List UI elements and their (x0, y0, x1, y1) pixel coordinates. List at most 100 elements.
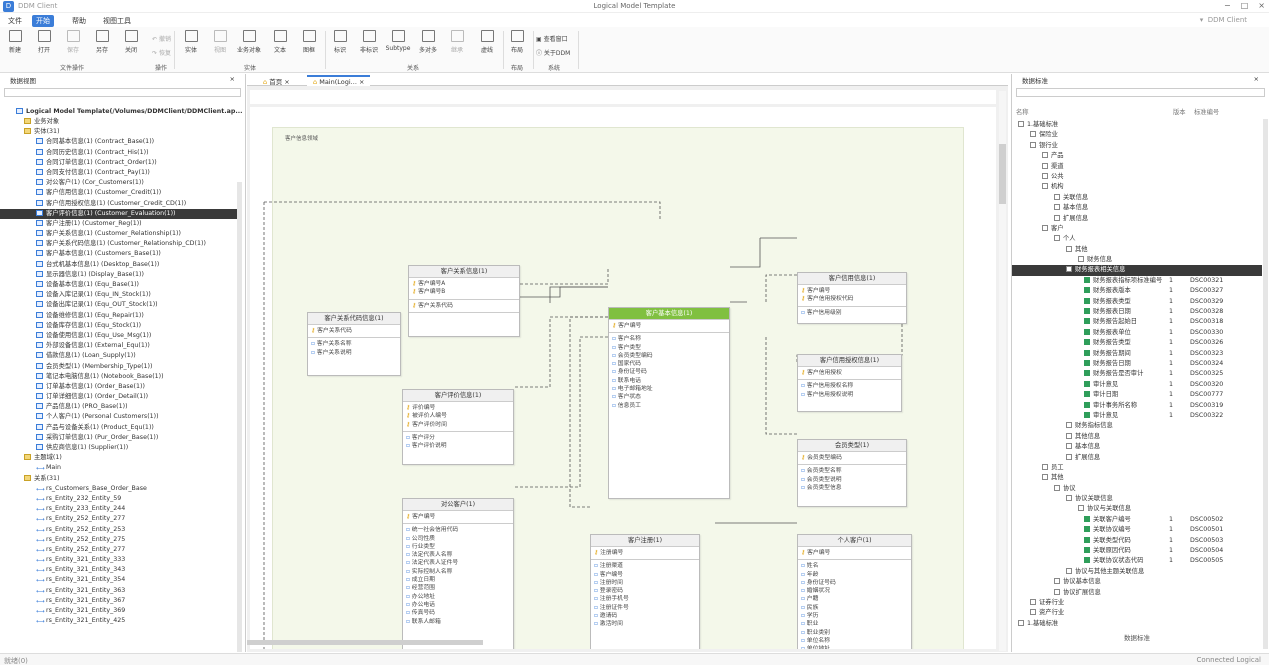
tree-item[interactable]: 产品与设备关系(1) (Product_Equ(1)) (0, 423, 240, 433)
frame-button[interactable]: 图框 (294, 30, 324, 54)
tree-item[interactable]: 显示器信息(1) (Display_Base(1)) (0, 270, 240, 280)
tree-item[interactable]: 设备维修信息(1) (Equ_Repair(1)) (0, 311, 240, 321)
standard-tree-item[interactable]: 其他信息 (1012, 432, 1262, 442)
view-window-button[interactable]: ▣ 查看窗口 (536, 34, 568, 43)
entity-box[interactable]: 客户信用授权信息(1) ⚷ 客户信用授权 ▫ 客户信用授权名称 ▫ 客户信用授权说明 (797, 354, 902, 412)
standard-tree-item[interactable]: 1.基础标准 (1012, 619, 1262, 629)
standard-tree-item[interactable]: 协议与其他主题关联信息 (1012, 567, 1262, 577)
save-as-button[interactable]: 另存 (87, 30, 117, 54)
tree-item[interactable]: 客户注册(1) (Customer_Reg(1)) (0, 219, 240, 229)
standard-tree-item[interactable]: 财务指标信息 (1012, 421, 1262, 431)
tree-item[interactable]: 合同订单信息(1) (Contract_Order(1)) (0, 158, 240, 168)
standard-tree-item[interactable]: 扩展信息 (1012, 453, 1262, 463)
standard-tree-item[interactable]: 证券行业 (1012, 598, 1262, 608)
menu-help[interactable]: 帮助 (68, 15, 90, 27)
tree-item[interactable]: 业务对象 (0, 117, 240, 127)
tab-home[interactable]: ⌂ 首页 × (257, 75, 296, 86)
standard-tree-item[interactable]: 审计日期 1 DSC00777 (1012, 390, 1262, 400)
standard-tree-item[interactable]: 其他 (1012, 473, 1262, 483)
non-identifying-button[interactable]: 非标识 (354, 30, 384, 54)
entity-box[interactable]: 客户关系信息(1) ⚷ 客户编号A ⚷ 客户编号B ⚷ 客户关系代码 (408, 265, 520, 337)
tree-item[interactable]: 客户关系信息(1) (Customer_Relationship(1)) (0, 229, 240, 239)
standard-tree-item[interactable]: 财务报表相关信息 (1012, 265, 1262, 276)
tree-item[interactable]: ⟷rs_Entity_321_Entity_354 (0, 575, 240, 585)
standard-tree-item[interactable]: 财务报表单位 1 DSC00330 (1012, 328, 1262, 338)
standard-tree-item[interactable]: 其他 (1012, 245, 1262, 255)
tree-item[interactable]: ⟷rs_Entity_252_Entity_253 (0, 525, 240, 535)
standard-tree-item[interactable]: 关联客户编号 1 DSC00502 (1012, 515, 1262, 525)
diagram-canvas[interactable]: 客户信息领域 客户关系信息(1) ⚷ 客户编号A ⚷ 客户编号B ⚷ 客户关系代… (250, 107, 996, 649)
standard-tree-item[interactable]: 个人 (1012, 234, 1262, 244)
tree-item[interactable]: 供应商信息(1) (Supplier(1)) (0, 443, 240, 453)
subtype-button[interactable]: Subtype (383, 30, 413, 52)
business-object-button[interactable]: 业务对象 (234, 30, 264, 54)
tree-item[interactable]: ⟷rs_Entity_321_Entity_333 (0, 555, 240, 565)
undo-button[interactable]: ↶ 撤销 (152, 34, 171, 43)
standard-tree-item[interactable]: 财务报告类型 1 DSC00326 (1012, 338, 1262, 348)
tree-item[interactable]: 设备出库记录(1) (Equ_OUT_Stock(1)) (0, 300, 240, 310)
tree-item[interactable]: ⟷rs_Entity_233_Entity_244 (0, 504, 240, 514)
standard-tree-item[interactable]: 财务报告起始日 1 DSC00318 (1012, 317, 1262, 327)
minimize-icon[interactable]: − (1224, 1, 1231, 10)
close-file-button[interactable]: 关闭 (116, 30, 146, 54)
standard-tree-item[interactable]: 关联信息 (1012, 193, 1262, 203)
close-icon[interactable]: × (1258, 1, 1265, 10)
left-scrollbar[interactable] (237, 182, 242, 652)
tab-main[interactable]: ⌂ Main(Logi... × (307, 75, 371, 86)
standard-tree-item[interactable]: 关联原因代码 1 DSC00504 (1012, 546, 1262, 556)
tree-item[interactable]: ⟷rs_Entity_321_Entity_343 (0, 565, 240, 575)
tree-item[interactable]: ⟷rs_Entity_232_Entity_59 (0, 494, 240, 504)
standard-tree-item[interactable]: 客户 (1012, 224, 1262, 234)
tree-item[interactable]: ⟷rs_Entity_321_Entity_367 (0, 596, 240, 606)
tree-item[interactable]: 订单基本信息(1) (Order_Base(1)) (0, 382, 240, 392)
standard-tree-item[interactable]: 关联协议状态代码 1 DSC00505 (1012, 556, 1262, 566)
menu-view-tools[interactable]: 视图工具 (99, 15, 135, 27)
tree-item[interactable]: 合同支付信息(1) (Contract_Pay(1)) (0, 168, 240, 178)
tree-item[interactable]: ⟷rs_Entity_321_Entity_363 (0, 586, 240, 596)
tree-item[interactable]: 采购订单信息(1) (Pur_Order_Base(1)) (0, 433, 240, 443)
close-panel-icon[interactable]: × (230, 75, 235, 83)
tree-item[interactable]: ⟷rs_Entity_321_Entity_425 (0, 616, 240, 626)
standard-tree-item[interactable]: 财务报告是否审计 1 DSC00325 (1012, 369, 1262, 379)
menu-file[interactable]: 文件 (4, 15, 26, 27)
tree-item[interactable]: ⟷rs_Entity_252_Entity_277 (0, 545, 240, 555)
tree-item[interactable]: 订单详细信息(1) (Order_Detail(1)) (0, 392, 240, 402)
standard-tree-item[interactable]: 1.基础标准 (1012, 120, 1262, 130)
standard-tree-item[interactable]: 协议扩展信息 (1012, 588, 1262, 598)
canvas-vertical-thumb[interactable] (999, 144, 1006, 204)
tree-item[interactable]: 客户信用授权信息(1) (Customer_Credit_CD(1)) (0, 199, 240, 209)
tree-item[interactable]: 合同基本信息(1) (Contract_Base(1)) (0, 137, 240, 147)
standard-tree-item[interactable]: 关联类型代码 1 DSC00503 (1012, 536, 1262, 546)
tree-item[interactable]: 会员类型(1) (Membership_Type(1)) (0, 362, 240, 372)
standard-tree-item[interactable]: 财务报表日期 1 DSC00328 (1012, 307, 1262, 317)
entity-box[interactable]: 客户注册(1) ⚷ 注册编号 ▫ 注册渠道 ▫ 客户编号 ▫ 注册时间 ▫ 登录密码 ▫ 注… (590, 534, 700, 649)
tree-item[interactable]: 设备使用信息(1) (Equ_Use_Msg(1)) (0, 331, 240, 341)
maximize-icon[interactable]: □ (1241, 1, 1249, 10)
new-button[interactable]: 新建 (0, 30, 30, 54)
tree-item[interactable]: 对公客户(1) (Cor_Customers(1)) (0, 178, 240, 188)
standard-tree-item[interactable]: 协议关联信息 (1012, 494, 1262, 504)
standard-tree-item[interactable]: 员工 (1012, 463, 1262, 473)
tree-item[interactable]: ⟷Main (0, 463, 240, 473)
standard-tree-item[interactable]: 财务报告期间 1 DSC00323 (1012, 349, 1262, 359)
tree-item[interactable]: 设备库存信息(1) (Equ_Stock(1)) (0, 321, 240, 331)
standard-tree-item[interactable]: 资产行业 (1012, 608, 1262, 618)
entity-box[interactable]: 客户评价信息(1) ⚷ 评价编号 ⚷ 被评价人编号 ⚷ 客户评价时间 ▫ 客户评分 ▫ 客… (402, 389, 514, 465)
standard-tree-item[interactable]: 协议基本信息 (1012, 577, 1262, 587)
standard-tree-item[interactable]: 渠道 (1012, 162, 1262, 172)
tree-item[interactable]: 借款信息(1) (Loan_Supply(1)) (0, 351, 240, 361)
standard-tree-item[interactable]: 关联协议编号 1 DSC00501 (1012, 525, 1262, 535)
standard-tree-item[interactable]: 产品 (1012, 151, 1262, 161)
standard-tree-item[interactable]: 公共 (1012, 172, 1262, 182)
tree-root[interactable]: Logical Model Template(/Volumes/DDMClien… (16, 107, 243, 117)
tree-item[interactable]: 客户信用信息(1) (Customer_Credit(1)) (0, 188, 240, 198)
redo-button[interactable]: ↷ 恢复 (152, 48, 171, 57)
tree-item[interactable]: ⟷rs_Entity_252_Entity_277 (0, 514, 240, 524)
tree-item[interactable]: 客户关系代码信息(1) (Customer_Relationship_CD(1)… (0, 239, 240, 249)
entity-box[interactable]: 个人客户(1) ⚷ 客户编号 ▫ 姓名 ▫ 年龄 ▫ 身份证号码 ▫ 婚姻状况 ▫ 户籍 ▫ … (797, 534, 912, 649)
standard-tree-item[interactable]: 财务报告日期 1 DSC00324 (1012, 359, 1262, 369)
tree-item[interactable]: 客户评价信息(1) (Customer_Evaluation(1)) (0, 208, 240, 219)
tree-item[interactable]: 实体(31) (0, 127, 240, 137)
identifying-button[interactable]: 标识 (325, 30, 355, 54)
menu-start[interactable]: 开始 (32, 15, 54, 27)
